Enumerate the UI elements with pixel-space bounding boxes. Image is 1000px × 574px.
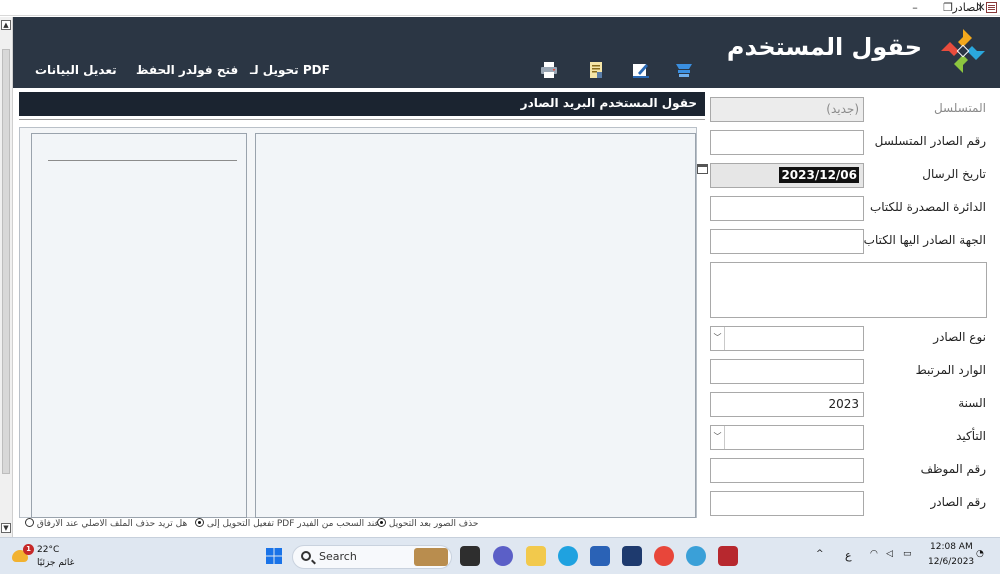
notes-textarea[interactable] xyxy=(710,262,987,318)
send-date-label: تاريخ الرسال xyxy=(922,167,986,181)
search-placeholder: Search xyxy=(319,550,357,563)
recipient-field[interactable] xyxy=(710,229,864,254)
input-language[interactable]: ع xyxy=(845,549,852,562)
windows-start-icon[interactable] xyxy=(264,546,284,566)
delete-images-label: حذف الصور بعد التحويل xyxy=(388,519,479,529)
scroll-up-icon[interactable]: ▲ xyxy=(1,20,11,30)
wifi-icon[interactable]: ◠ xyxy=(870,549,878,559)
store-icon[interactable] xyxy=(590,546,610,566)
issuing-department-label: الدائرة المصدرة للكتاب xyxy=(869,200,986,214)
weather-condition: غائم جزئيًا xyxy=(37,558,75,568)
radio-unchecked-icon[interactable] xyxy=(25,518,34,527)
serial-field: (جديد) xyxy=(710,97,864,122)
enable-pdf-drag-option[interactable]: تفعيل التحويل إلى PDF عند السحب من الفيد… xyxy=(192,518,380,529)
outgoing-serial-no-field[interactable] xyxy=(710,130,864,155)
app-logo-icon xyxy=(941,29,985,73)
notifications-icon[interactable]: ◔ xyxy=(976,549,984,559)
pinwheel-app-icon[interactable] xyxy=(686,546,706,566)
scanner-icon[interactable] xyxy=(675,61,693,79)
vertical-scrollbar[interactable]: ▲ ▼ xyxy=(0,17,13,537)
open-save-folder-link[interactable]: فتح فولدر الحفظ xyxy=(136,63,238,77)
volume-icon[interactable]: ◁ xyxy=(886,549,893,559)
chevron-down-icon[interactable]: ﹀ xyxy=(711,327,725,350)
send-date-field[interactable]: 2023/12/06 xyxy=(710,163,864,188)
app-header: حقول المستخدم تعديل البيانات فتح فولدر ا… xyxy=(13,17,1000,88)
outgoing-type-label: نوع الصادر xyxy=(933,330,986,344)
convert-pdf-link[interactable]: تحويل لـ PDF xyxy=(250,63,330,77)
section-title: حقول المستخدم البريد الصادر xyxy=(19,92,705,116)
clock-time[interactable]: 12:08 AM xyxy=(930,542,973,552)
app-title: حقول المستخدم xyxy=(726,33,922,61)
employee-no-label: رقم الموظف xyxy=(920,462,986,476)
app-l-icon[interactable] xyxy=(622,546,642,566)
linked-incoming-field[interactable] xyxy=(710,359,864,384)
teams-chat-icon[interactable] xyxy=(493,546,513,566)
calendar-icon[interactable] xyxy=(697,164,708,174)
confirmation-select[interactable]: ﹀ xyxy=(710,425,864,450)
employee-no-field[interactable] xyxy=(710,458,864,483)
clock-date[interactable]: 12/6/2023 xyxy=(928,557,974,567)
battery-icon[interactable]: ▭ xyxy=(903,549,912,559)
delete-images-option[interactable]: حذف الصور بعد التحويل xyxy=(374,518,478,529)
printer-icon[interactable] xyxy=(540,61,558,79)
weather-temp: 22°C xyxy=(37,545,60,555)
taskbar: 1 22°C غائم جزئيًا Search ^ ع ◠ ◁ ▭ 12:0… xyxy=(0,537,1000,574)
notification-badge: 1 xyxy=(23,544,34,555)
outgoing-type-select[interactable]: ﹀ xyxy=(710,326,864,351)
year-field[interactable]: 2023 xyxy=(710,392,864,417)
recipient-label: الجهة الصادر اليها الكتاب xyxy=(863,233,986,247)
window-title-bar: الصادر – ❐ ✕ xyxy=(0,0,1000,16)
document-icon[interactable] xyxy=(587,61,605,79)
serial-label: المتسلسل xyxy=(933,101,986,115)
access-app-icon[interactable] xyxy=(718,546,738,566)
radio-checked-icon[interactable] xyxy=(195,518,204,527)
show-hidden-icons-chevron[interactable]: ^ xyxy=(816,549,824,559)
outgoing-no-label: رقم الصادر xyxy=(930,495,986,509)
edge-browser-icon[interactable] xyxy=(558,546,578,566)
chevron-down-icon[interactable]: ﹀ xyxy=(711,426,725,449)
delete-original-option[interactable]: هل تريد حذف الملف الاصلي عند الارفاق xyxy=(22,518,187,529)
outgoing-serial-no-label: رقم الصادر المتسلسل xyxy=(874,134,986,148)
restore-button[interactable]: ❐ xyxy=(933,0,963,16)
scroll-thumb[interactable] xyxy=(2,49,10,474)
confirmation-label: التأكيد xyxy=(956,429,986,443)
edit-data-link[interactable]: تعديل البيانات xyxy=(35,63,117,77)
enable-pdf-drag-label: تفعيل التحويل إلى PDF عند السحب من الفيد… xyxy=(206,519,380,529)
outgoing-no-field[interactable] xyxy=(710,491,864,516)
linked-incoming-label: الوارد المرتبط xyxy=(915,363,986,377)
delete-original-label: هل تريد حذف الملف الاصلي عند الارفاق xyxy=(36,519,188,529)
send-date-value: 2023/12/06 xyxy=(779,167,859,183)
document-preview-area[interactable] xyxy=(255,133,696,518)
search-icon xyxy=(301,551,311,561)
minimize-button[interactable]: – xyxy=(900,0,930,16)
attachments-list[interactable] xyxy=(31,133,247,518)
task-view-icon[interactable] xyxy=(460,546,480,566)
list-divider xyxy=(48,160,237,161)
close-button[interactable]: ✕ xyxy=(966,0,996,16)
search-highlight-icon[interactable] xyxy=(414,548,448,566)
chrome-icon[interactable] xyxy=(654,546,674,566)
issuing-department-field[interactable] xyxy=(710,196,864,221)
edit-icon[interactable] xyxy=(632,61,650,79)
year-label: السنة xyxy=(958,396,986,410)
file-explorer-icon[interactable] xyxy=(526,546,546,566)
scroll-down-icon[interactable]: ▼ xyxy=(1,523,11,533)
divider xyxy=(19,119,705,120)
